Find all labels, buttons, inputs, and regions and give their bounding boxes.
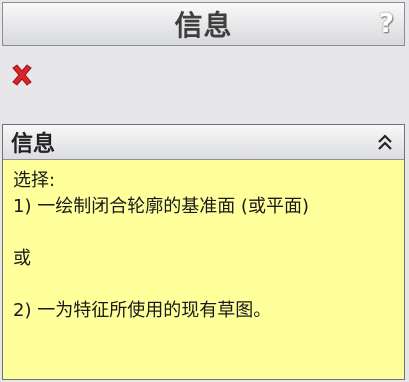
message-text: 选择: 1) 一绘制闭合轮廓的基准面 (或平面) 或 2) 一为特征所使用的现有… — [3, 160, 404, 332]
message-line: 选择: — [13, 170, 56, 191]
message-line — [13, 220, 394, 246]
message-line: 1) 一绘制闭合轮廓的基准面 (或平面) — [13, 196, 309, 217]
page-title: 信息 — [174, 9, 233, 42]
message-panel-title: 信息 — [11, 132, 56, 157]
double-chevron-up-icon[interactable] — [376, 133, 394, 153]
message-panel: 信息 选择: 1) 一绘制闭合轮廓的基准面 (或平面) 或 2) 一为特征所使用… — [2, 124, 405, 380]
message-line: 或 — [13, 248, 31, 269]
question-mark-icon[interactable]: ? — [379, 9, 394, 39]
message-line — [13, 272, 394, 298]
message-panel-header[interactable]: 信息 — [3, 125, 404, 160]
message-line: 2) 一为特征所使用的现有草图。 — [13, 300, 272, 321]
title-bar: 信息 ? — [2, 2, 405, 46]
close-icon[interactable] — [8, 61, 36, 89]
